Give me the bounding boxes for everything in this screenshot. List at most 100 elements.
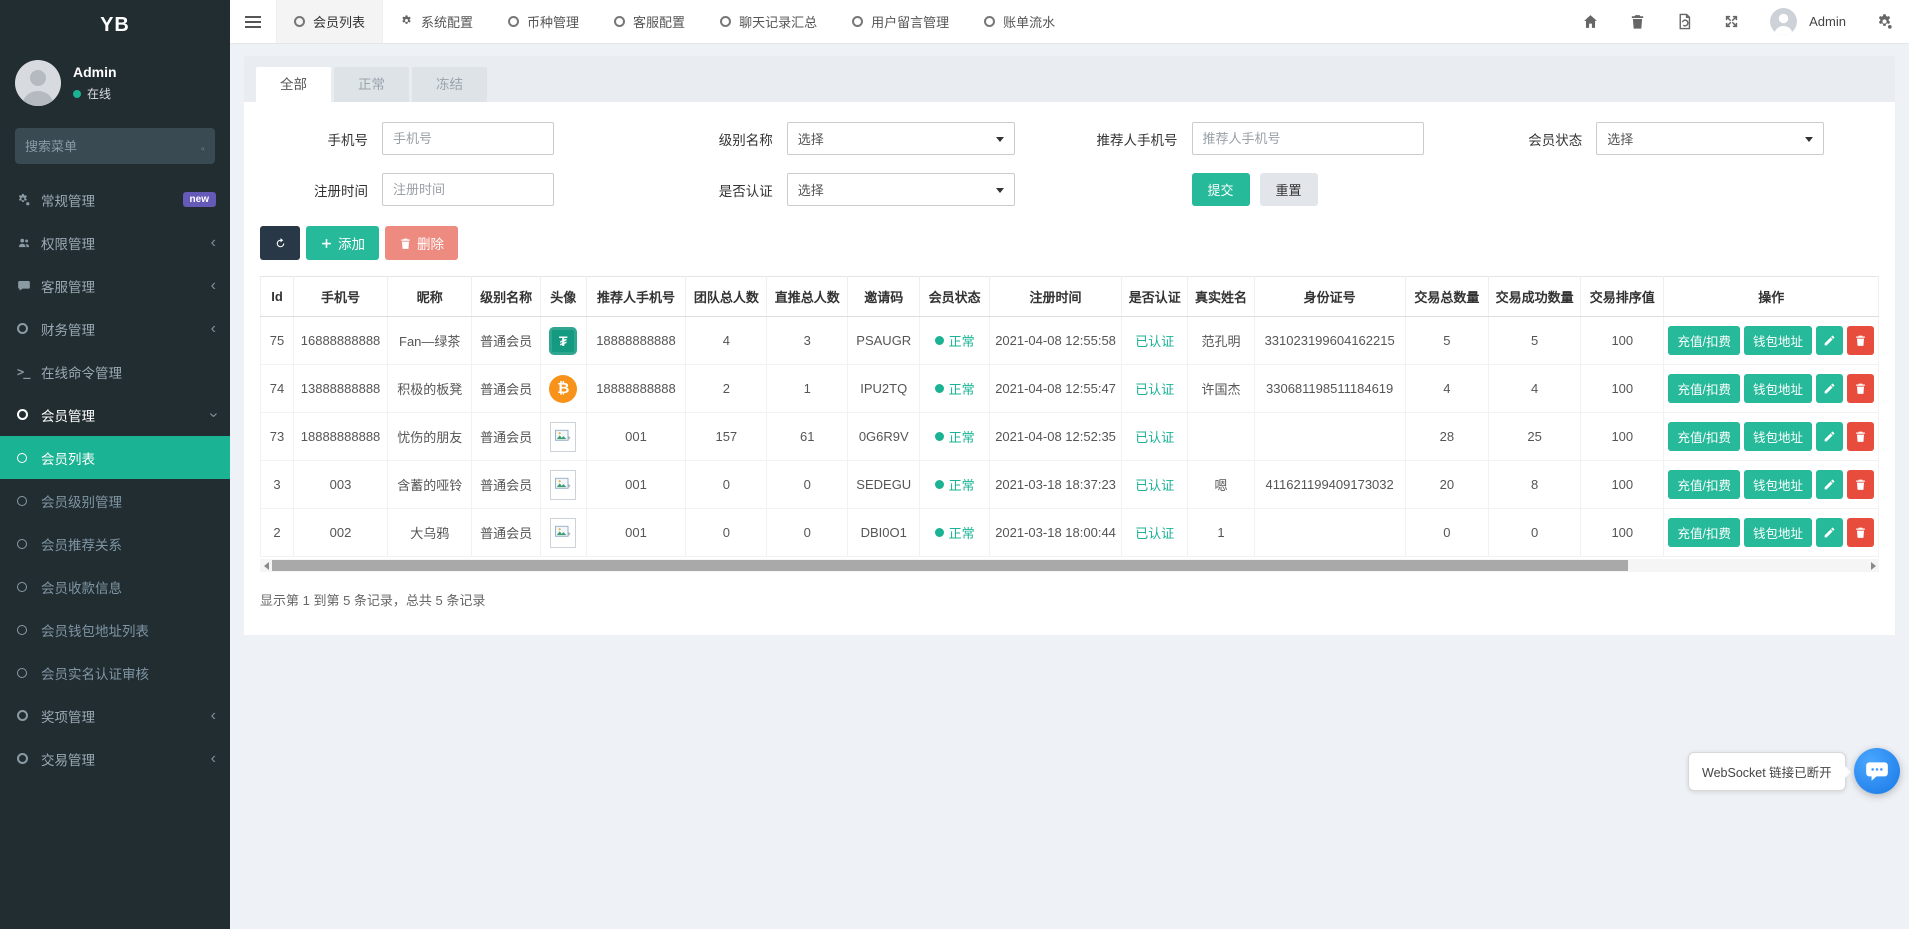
fullscreen-icon[interactable] bbox=[1723, 13, 1740, 30]
submit-button[interactable]: 提交 bbox=[1192, 173, 1250, 206]
level-select[interactable]: 选择 bbox=[787, 122, 1015, 155]
sidebar-item-permissions[interactable]: 权限管理‹ bbox=[0, 221, 230, 264]
chevron-left-icon: ‹ bbox=[211, 751, 216, 767]
cell-level: 普通会员 bbox=[472, 413, 541, 461]
cell-idcard: 330681198511184619 bbox=[1254, 365, 1405, 413]
broken-image-placeholder bbox=[550, 518, 576, 548]
sidebar-item-general[interactable]: 常规管理new bbox=[0, 178, 230, 221]
status-filter-tabs: 全部正常冻结 bbox=[244, 56, 1895, 102]
tab-label: 客服配置 bbox=[633, 12, 685, 31]
cell-level: 普通会员 bbox=[472, 509, 541, 557]
sidebar-item-customer-service[interactable]: 客服管理‹ bbox=[0, 264, 230, 307]
delete-button[interactable] bbox=[1847, 422, 1874, 451]
scrollbar-track[interactable] bbox=[272, 559, 1867, 572]
filter-tab-all[interactable]: 全部 bbox=[256, 67, 331, 102]
refresh-button[interactable] bbox=[260, 226, 300, 260]
cell-phone: 002 bbox=[294, 509, 388, 557]
sidebar-item-member-payment[interactable]: 会员收款信息 bbox=[0, 565, 230, 608]
recharge-button[interactable]: 充值/扣费 bbox=[1668, 374, 1739, 403]
wallet-address-button[interactable]: 钱包地址 bbox=[1744, 470, 1812, 499]
cell-direct-count: 1 bbox=[767, 365, 848, 413]
recharge-button[interactable]: 充值/扣费 bbox=[1668, 326, 1739, 355]
sidebar-item-label: 常规管理 bbox=[41, 190, 183, 210]
sidebar-item-finance[interactable]: 财务管理‹ bbox=[0, 307, 230, 350]
phone-label: 手机号 bbox=[260, 129, 368, 149]
recharge-button[interactable]: 充值/扣费 bbox=[1668, 470, 1739, 499]
regtime-input[interactable] bbox=[382, 173, 554, 206]
app-logo: YB bbox=[0, 0, 230, 50]
chat-widget-button[interactable] bbox=[1854, 748, 1900, 794]
admin-menu[interactable]: Admin bbox=[1809, 14, 1846, 29]
cell-register-time: 2021-04-08 12:55:47 bbox=[989, 365, 1121, 413]
scrollbar-thumb[interactable] bbox=[272, 560, 1628, 571]
wallet-address-button[interactable]: 钱包地址 bbox=[1744, 374, 1812, 403]
wallet-address-button[interactable]: 钱包地址 bbox=[1744, 422, 1812, 451]
scroll-right-arrow[interactable] bbox=[1867, 559, 1879, 572]
status-badge: 正常 bbox=[935, 523, 975, 542]
bulk-delete-button[interactable]: 删除 bbox=[385, 226, 458, 260]
sidebar-search-input[interactable] bbox=[25, 139, 201, 154]
filter-tab-frozen[interactable]: 冻结 bbox=[412, 67, 487, 102]
cell-avatar bbox=[540, 413, 586, 461]
plus-icon bbox=[320, 237, 333, 250]
add-button[interactable]: 添加 bbox=[306, 226, 379, 260]
edit-button[interactable] bbox=[1816, 422, 1843, 451]
sidebar-item-label: 会员推荐关系 bbox=[41, 534, 216, 554]
sidebar-item-label: 会员管理 bbox=[41, 405, 211, 425]
cell-status: 正常 bbox=[920, 509, 990, 557]
edit-button[interactable] bbox=[1816, 326, 1843, 355]
home-icon[interactable] bbox=[1582, 13, 1599, 30]
tab-service-config[interactable]: 客服配置 bbox=[597, 0, 703, 43]
circle-icon bbox=[17, 453, 41, 463]
filter-tab-normal[interactable]: 正常 bbox=[334, 67, 409, 102]
clear-cache-icon[interactable] bbox=[1676, 13, 1693, 30]
wallet-address-button[interactable]: 钱包地址 bbox=[1744, 326, 1812, 355]
sidebar-item-trade[interactable]: 交易管理‹ bbox=[0, 737, 230, 780]
hamburger-menu-icon[interactable] bbox=[230, 0, 276, 43]
delete-button[interactable] bbox=[1847, 518, 1874, 547]
delete-button[interactable] bbox=[1847, 470, 1874, 499]
settings-gears-icon[interactable] bbox=[1876, 13, 1893, 30]
wallet-address-button[interactable]: 钱包地址 bbox=[1744, 518, 1812, 547]
referrer-input[interactable] bbox=[1192, 122, 1424, 155]
users-icon bbox=[17, 236, 41, 250]
edit-button[interactable] bbox=[1816, 518, 1843, 547]
tab-chat-logs[interactable]: 聊天记录汇总 bbox=[703, 0, 835, 43]
recharge-button[interactable]: 充值/扣费 bbox=[1668, 422, 1739, 451]
recharge-button[interactable]: 充值/扣费 bbox=[1668, 518, 1739, 547]
column-header: 直推总人数 bbox=[767, 277, 848, 317]
member-status-select[interactable]: 选择 bbox=[1596, 122, 1824, 155]
delete-button[interactable] bbox=[1847, 374, 1874, 403]
delete-button[interactable] bbox=[1847, 326, 1874, 355]
chevron-down-icon bbox=[996, 137, 1004, 142]
scroll-left-arrow[interactable] bbox=[260, 559, 272, 572]
trash-icon[interactable] bbox=[1629, 13, 1646, 30]
cell-real-name bbox=[1188, 413, 1254, 461]
reset-button[interactable]: 重置 bbox=[1260, 173, 1318, 206]
tab-system-config[interactable]: 系统配置 bbox=[383, 0, 491, 43]
phone-input[interactable] bbox=[382, 122, 554, 155]
verified-select[interactable]: 选择 bbox=[787, 173, 1015, 206]
sidebar-item-online-command[interactable]: >_在线命令管理 bbox=[0, 350, 230, 393]
cell-trade-sort: 100 bbox=[1581, 509, 1664, 557]
sidebar-item-member-wallet[interactable]: 会员钱包地址列表 bbox=[0, 608, 230, 651]
cell-status: 正常 bbox=[920, 365, 990, 413]
tab-billing-flow[interactable]: 账单流水 bbox=[967, 0, 1073, 43]
tab-member-list[interactable]: 会员列表 bbox=[276, 0, 383, 43]
tab-user-messages[interactable]: 用户留言管理 bbox=[835, 0, 967, 43]
sidebar-item-member-list[interactable]: 会员列表 bbox=[0, 436, 230, 479]
sidebar-item-member-kyc[interactable]: 会员实名认证审核 bbox=[0, 651, 230, 694]
cell-invite-code: 0G6R9V bbox=[848, 413, 920, 461]
navbar-avatar[interactable] bbox=[1770, 8, 1797, 35]
status-dot bbox=[935, 432, 944, 441]
tab-coin-mgmt[interactable]: 币种管理 bbox=[491, 0, 597, 43]
edit-button[interactable] bbox=[1816, 374, 1843, 403]
sidebar-item-member-referral[interactable]: 会员推荐关系 bbox=[0, 522, 230, 565]
sidebar-item-awards[interactable]: 奖项管理‹ bbox=[0, 694, 230, 737]
online-label: 在线 bbox=[87, 85, 111, 102]
search-icon[interactable] bbox=[201, 139, 205, 154]
sidebar-item-members[interactable]: 会员管理‹ bbox=[0, 393, 230, 436]
sidebar-item-member-level[interactable]: 会员级别管理 bbox=[0, 479, 230, 522]
edit-button[interactable] bbox=[1816, 470, 1843, 499]
tab-label: 系统配置 bbox=[421, 12, 473, 31]
